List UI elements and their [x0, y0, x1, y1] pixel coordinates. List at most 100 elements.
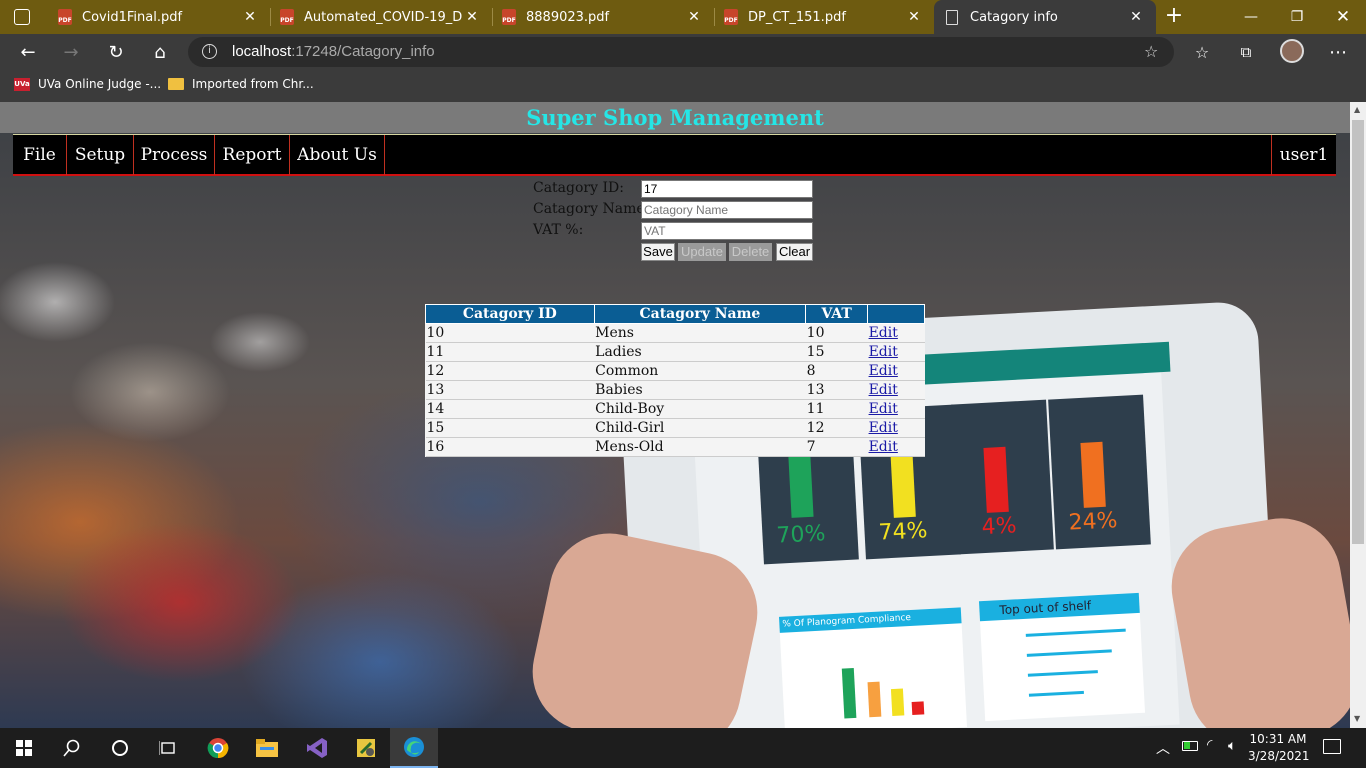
- header-vat: VAT: [805, 304, 869, 324]
- table-row: 11 Ladies 15 Edit: [425, 342, 925, 362]
- menu-process[interactable]: Process: [134, 135, 215, 175]
- header-category-id: Catagory ID: [425, 304, 595, 324]
- tab-dp-ct-151[interactable]: PDF DP_CT_151.pdf ✕: [714, 0, 934, 34]
- tile-percent: 24%: [1067, 508, 1119, 536]
- chrome-icon[interactable]: [194, 728, 242, 768]
- tab-covid1final[interactable]: PDF Covid1Final.pdf ✕: [48, 0, 270, 34]
- tab-automated-covid[interactable]: PDF Automated_COVID-19_Detect ✕: [270, 0, 492, 34]
- save-button[interactable]: Save: [641, 243, 675, 261]
- category-id-input[interactable]: [641, 180, 813, 198]
- system-clock[interactable]: 10:31 AM 3/28/2021: [1248, 731, 1310, 765]
- add-favorite-icon[interactable]: ☆: [1144, 42, 1158, 61]
- edit-link[interactable]: Edit: [869, 382, 898, 398]
- tab-8889023[interactable]: PDF 8889023.pdf ✕: [492, 0, 714, 34]
- category-id-cell: 12: [425, 361, 595, 381]
- cortana-icon[interactable]: [96, 728, 144, 768]
- favorites-icon[interactable]: ☆: [1182, 34, 1222, 70]
- wifi-icon[interactable]: ◜: [1207, 737, 1212, 753]
- scroll-down-arrow[interactable]: ▼: [1354, 714, 1360, 723]
- close-tab-icon[interactable]: ✕: [1126, 9, 1146, 25]
- scrollbar-thumb[interactable]: [1352, 120, 1364, 544]
- edit-link[interactable]: Edit: [869, 325, 898, 341]
- tile-percent: 70%: [775, 521, 827, 549]
- scroll-up-arrow[interactable]: ▲: [1354, 105, 1360, 114]
- tab-title: Covid1Final.pdf: [82, 9, 183, 25]
- search-icon[interactable]: [48, 728, 96, 768]
- notifications-icon[interactable]: [1323, 739, 1341, 754]
- refresh-button[interactable]: ↻: [96, 34, 136, 70]
- bookmark-imported[interactable]: Imported from Chr...: [168, 70, 314, 98]
- menu-report[interactable]: Report: [215, 135, 290, 175]
- tab-catagory-info[interactable]: Catagory info ✕: [934, 0, 1156, 34]
- show-hidden-icons[interactable]: ︿: [1156, 738, 1170, 758]
- category-name-cell: Babies: [594, 380, 806, 400]
- edit-link[interactable]: Edit: [869, 363, 898, 379]
- task-view-icon[interactable]: [144, 728, 192, 768]
- clock-time: 10:31 AM: [1249, 732, 1307, 746]
- back-button[interactable]: ←: [8, 34, 48, 70]
- windows-icon: [16, 740, 32, 756]
- table-row: 10 Mens 10 Edit: [425, 323, 925, 343]
- volume-icon[interactable]: 🔈︎: [1228, 738, 1236, 754]
- browser-menu-icon[interactable]: [14, 9, 30, 25]
- user-menu[interactable]: user1: [1271, 135, 1336, 175]
- close-tab-icon[interactable]: ✕: [240, 9, 260, 25]
- tools-app-icon[interactable]: [342, 728, 390, 768]
- edit-cell: Edit: [867, 323, 925, 343]
- edge-icon[interactable]: [390, 728, 438, 768]
- close-tab-icon[interactable]: ✕: [462, 9, 482, 25]
- edit-cell: Edit: [867, 437, 925, 457]
- edit-link[interactable]: Edit: [869, 344, 898, 360]
- browser-tab-strip: PDF Covid1Final.pdf ✕ PDF Automated_COVI…: [0, 0, 1366, 34]
- edit-cell: Edit: [867, 399, 925, 419]
- category-name-cell: Mens: [594, 323, 806, 343]
- battery-icon[interactable]: [1182, 741, 1198, 751]
- category-id-cell: 14: [425, 399, 595, 419]
- table-row: 13 Babies 13 Edit: [425, 380, 925, 400]
- file-explorer-icon[interactable]: [243, 728, 291, 768]
- clear-button[interactable]: Clear: [776, 243, 813, 261]
- new-tab-button[interactable]: +: [1160, 3, 1188, 31]
- site-title: Super Shop Management: [526, 105, 824, 130]
- top-out-panel: Top out of shelf: [978, 592, 1146, 722]
- vat-input[interactable]: [641, 222, 813, 240]
- table-row: 12 Common 8 Edit: [425, 361, 925, 381]
- category-id-cell: 10: [425, 323, 595, 343]
- bookmark-uva[interactable]: UVa UVa Online Judge -...: [14, 70, 161, 98]
- info-icon[interactable]: i: [202, 44, 217, 59]
- table-header-row: Catagory ID Catagory Name VAT: [425, 304, 925, 324]
- category-name-cell: Child-Boy: [594, 399, 806, 419]
- header-category-name: Catagory Name: [593, 304, 807, 324]
- menu-file[interactable]: File: [13, 135, 67, 175]
- menu-setup[interactable]: Setup: [67, 135, 134, 175]
- close-tab-icon[interactable]: ✕: [904, 9, 924, 25]
- table-row: 16 Mens-Old 7 Edit: [425, 437, 925, 457]
- home-button[interactable]: ⌂: [140, 34, 180, 70]
- bookmarks-bar: UVa UVa Online Judge -... Imported from …: [0, 70, 1366, 102]
- start-button[interactable]: [0, 728, 48, 768]
- category-table: Catagory ID Catagory Name VAT 10 Mens 10 Ed…: [425, 304, 925, 457]
- edit-cell: Edit: [867, 380, 925, 400]
- collections-icon[interactable]: ⧉: [1226, 34, 1266, 70]
- minimize-button[interactable]: —: [1228, 0, 1274, 34]
- restore-button[interactable]: ❐: [1274, 0, 1320, 34]
- update-button[interactable]: Update: [678, 243, 726, 261]
- delete-button[interactable]: Delete: [729, 243, 772, 261]
- address-toolbar: ← → ↻ ⌂ i localhost:17248/Catagory_info …: [0, 34, 1366, 70]
- tab-title: 8889023.pdf: [526, 9, 610, 25]
- category-name-input[interactable]: [641, 201, 813, 219]
- profile-avatar[interactable]: [1280, 39, 1304, 63]
- forward-button[interactable]: →: [51, 34, 91, 70]
- header-actions: [867, 304, 925, 324]
- edit-link[interactable]: Edit: [869, 420, 898, 436]
- close-window-button[interactable]: ✕: [1320, 0, 1366, 34]
- edit-link[interactable]: Edit: [869, 439, 898, 455]
- more-options-icon[interactable]: ⋯: [1318, 34, 1358, 70]
- edit-link[interactable]: Edit: [869, 401, 898, 417]
- url-bar[interactable]: i localhost:17248/Catagory_info ☆: [188, 37, 1174, 67]
- table-row: 15 Child-Girl 12 Edit: [425, 418, 925, 438]
- right-hand: [1162, 508, 1350, 728]
- visual-studio-icon[interactable]: [293, 728, 341, 768]
- close-tab-icon[interactable]: ✕: [684, 9, 704, 25]
- menu-about-us[interactable]: About Us: [290, 135, 385, 175]
